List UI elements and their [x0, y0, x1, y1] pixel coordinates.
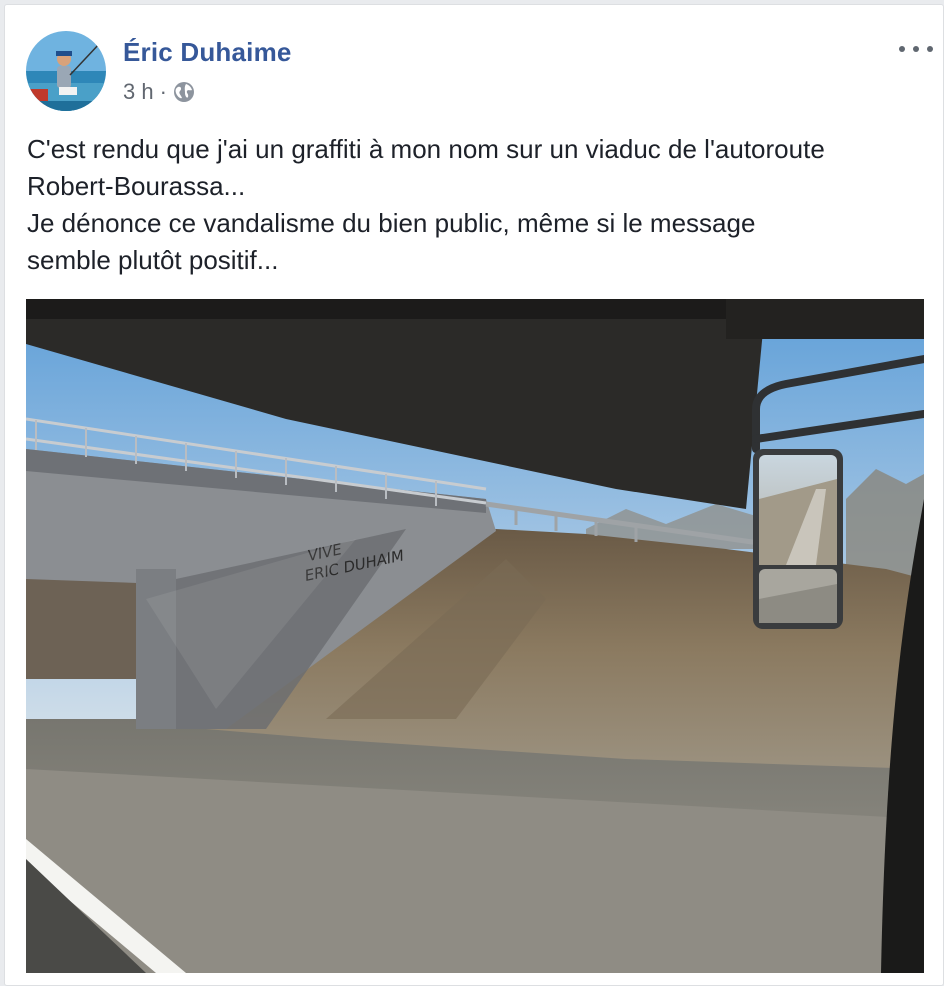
photo-image: VIVE ERIC DUHAIM: [26, 299, 924, 973]
author-avatar[interactable]: [26, 31, 106, 111]
author-name-link[interactable]: Éric Duhaime: [123, 37, 292, 68]
post-message-line: C'est rendu que j'ai un graffiti à mon n…: [27, 134, 825, 164]
post-header: Éric Duhaime 3 h ·: [5, 5, 943, 117]
post-photo[interactable]: VIVE ERIC DUHAIM: [26, 299, 924, 973]
post-message-line: Je dénonce ce vandalisme du bien public,…: [27, 208, 756, 238]
globe-icon[interactable]: [173, 81, 195, 103]
post-message-line: Robert-Bourassa...: [27, 171, 246, 201]
more-options-button[interactable]: [899, 37, 933, 61]
avatar-image: [26, 31, 106, 111]
meta-separator: ·: [159, 79, 167, 104]
post-message: C'est rendu que j'ai un graffiti à mon n…: [27, 131, 927, 279]
post-card: Éric Duhaime 3 h · C'est rendu que j'ai …: [4, 4, 944, 986]
post-message-line: semble plutôt positif...: [27, 245, 279, 275]
more-options-icon: [899, 46, 905, 52]
post-meta: 3 h ·: [123, 79, 195, 105]
post-timestamp[interactable]: 3 h: [123, 79, 154, 105]
